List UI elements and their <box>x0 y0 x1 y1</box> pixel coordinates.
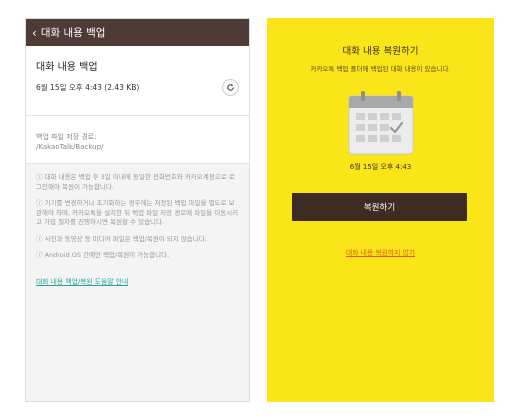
header-title: 대화 내용 백업 <box>40 27 106 39</box>
restore-title: 대화 내용 복원하기 <box>342 46 419 57</box>
help-link[interactable]: 대화 내용 백업/복원 도움말 안내 <box>36 278 128 288</box>
restore-button[interactable]: 복원하기 <box>292 193 467 221</box>
backup-path-value: /KakaoTalk/Backup/ <box>36 143 104 151</box>
back-chevron-icon[interactable]: ‹ <box>32 27 37 39</box>
restore-subtitle: 카카오톡 백업 폴더에 백업된 대화 내용이 있습니다. <box>310 65 451 73</box>
backup-screen: ‹ 대화 내용 백업 대화 내용 백업 6월 15일 오후 4:43 (2.43… <box>25 18 250 402</box>
backup-path: 백업 파일 저장 경로: /KakaoTalk/Backup/ <box>26 116 249 164</box>
refresh-icon <box>227 83 234 91</box>
restore-screen: 대화 내용 복원하기 카카오톡 백업 폴더에 백업된 대화 내용이 있습니다. … <box>267 18 494 402</box>
notes-list: ⓘ 대화 내용은 백업 후 3일 이내에 동일한 전화번호와 카카오계정으로 로… <box>26 164 249 287</box>
backup-card: 대화 내용 백업 6월 15일 오후 4:43 (2.43 KB) <box>26 46 249 116</box>
top-bar: ‹ 대화 내용 백업 <box>26 19 249 46</box>
note-item: ⓘ Android OS 간에만 백업/복원이 가능합니다. <box>36 251 170 259</box>
calendar-check-icon <box>348 91 414 155</box>
backup-path-label: 백업 파일 저장 경로: <box>36 133 97 141</box>
restore-date: 6월 15일 오후 4:43 <box>349 163 412 171</box>
skip-restore-link[interactable]: 대화 내용 복원하지 않기 <box>267 247 494 257</box>
backup-card-meta: 6월 15일 오후 4:43 (2.43 KB) <box>36 83 140 92</box>
note-item: ⓘ 대화 내용은 백업 후 3일 이내에 동일한 전화번호와 카카오계정으로 로… <box>36 173 235 191</box>
note-item: ⓘ 기기를 변경하거나 초기화하는 경우에는 저장된 백업 파일을 별도로 보관… <box>36 199 239 226</box>
refresh-button[interactable] <box>222 79 239 96</box>
backup-card-title: 대화 내용 백업 <box>36 62 98 73</box>
note-item: ⓘ 사진과 동영상 등 미디어 파일은 백업/복원이 되지 않습니다. <box>36 234 207 243</box>
